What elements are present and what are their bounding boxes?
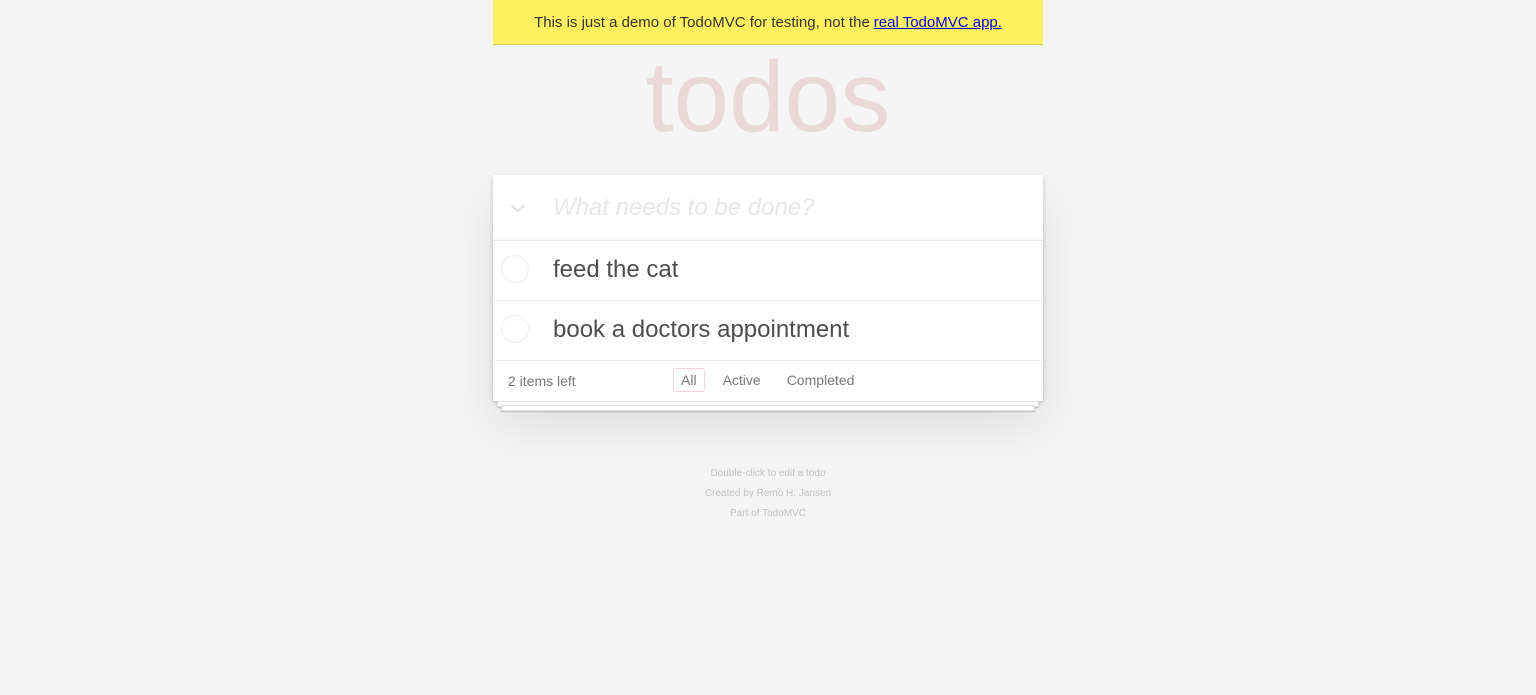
items-left-count: 2 items left (508, 373, 576, 389)
info-part-of: Part of TodoMVC (730, 508, 806, 519)
filter-all[interactable]: All (673, 368, 705, 392)
filter-active[interactable]: Active (715, 368, 769, 392)
todo-footer: 2 items left All Active Completed (493, 361, 1043, 401)
todo-panel: feed the cat book a doctors appointment … (493, 175, 1043, 401)
demo-banner: This is just a demo of TodoMVC for testi… (493, 0, 1043, 45)
todo-app-root: This is just a demo of TodoMVC for testi… (493, 0, 1043, 519)
banner-text: This is just a demo of TodoMVC for testi… (534, 13, 870, 31)
filter-list: All Active Completed (673, 368, 862, 392)
filter-completed[interactable]: Completed (779, 368, 863, 392)
stack-shadow-layer (501, 405, 1035, 411)
todo-item[interactable]: feed the cat (493, 241, 1043, 301)
new-todo-row (493, 175, 1043, 241)
info-credit: Created by Remo H. Jansen (704, 488, 832, 499)
todo-toggle-checkbox[interactable] (501, 315, 529, 343)
new-todo-input[interactable] (553, 175, 1023, 240)
info-edit-hint: Double-click to edit a todo (710, 468, 826, 479)
todo-item[interactable]: book a doctors appointment (493, 301, 1043, 361)
real-todomvc-link[interactable]: real TodoMVC app. (874, 14, 1002, 31)
chevron-down-icon[interactable] (507, 197, 529, 219)
todo-label[interactable]: feed the cat (553, 256, 678, 285)
app-title: todos (645, 41, 891, 153)
info-footer: Double-click to edit a todo Created by R… (493, 464, 1043, 524)
todo-toggle-checkbox[interactable] (501, 255, 529, 283)
todo-label[interactable]: book a doctors appointment (553, 316, 849, 345)
